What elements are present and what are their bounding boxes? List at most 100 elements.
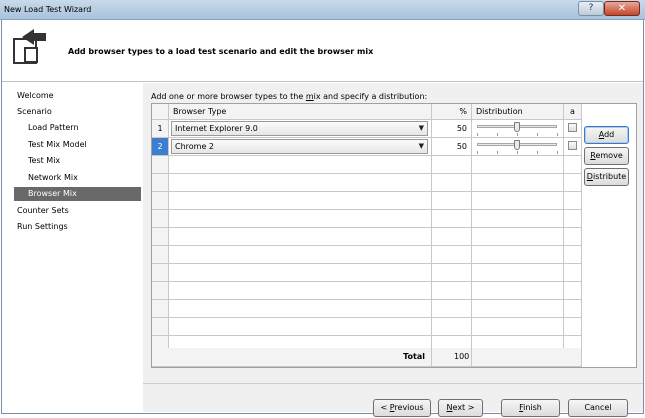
browser-type-value: Internet Explorer 9.0	[175, 124, 258, 133]
row-number[interactable]: 2	[152, 138, 169, 156]
empty-cell	[432, 228, 472, 246]
help-icon: ?	[588, 3, 594, 13]
empty-cell	[564, 318, 582, 336]
wizard-header: Add browser types to a load test scenari…	[2, 20, 643, 82]
empty-cell	[472, 264, 564, 282]
browser-type-select[interactable]: Chrome 2 ▼	[171, 139, 428, 154]
wizard-nav: Welcome Scenario Load Pattern Test Mix M…	[2, 83, 143, 412]
empty-cell	[472, 210, 564, 228]
empty-cell	[169, 246, 432, 264]
distribute-button[interactable]: Distribute	[584, 168, 629, 186]
empty-cell	[432, 246, 472, 264]
empty-cell	[564, 246, 582, 264]
empty-cell	[472, 246, 564, 264]
nav-item-run-settings[interactable]: Run Settings	[17, 220, 137, 234]
row-header-empty[interactable]	[152, 192, 169, 210]
header-title: Add browser types to a load test scenari…	[68, 47, 374, 56]
empty-cell	[432, 156, 472, 174]
empty-cell	[169, 318, 432, 336]
empty-cell	[432, 264, 472, 282]
cancel-button[interactable]: Cancel	[568, 399, 628, 417]
content-panel: Add one or more browser types to the mix…	[143, 83, 643, 417]
row-header-empty[interactable]	[152, 300, 169, 318]
window-title: New Load Test Wizard	[4, 5, 92, 14]
dropdown-arrow-icon: ▼	[418, 124, 424, 132]
nav-item-browser-mix[interactable]: Browser Mix	[14, 187, 141, 201]
help-button[interactable]: ?	[578, 1, 604, 16]
nav-item-test-mix[interactable]: Test Mix	[28, 154, 138, 168]
empty-cell	[169, 210, 432, 228]
lock-checkbox[interactable]	[568, 141, 577, 150]
row-header-empty[interactable]	[152, 318, 169, 336]
nav-item-label: Load Pattern	[28, 123, 79, 132]
total-label: Total	[403, 352, 425, 361]
browser-mix-grid: Browser Type % Distribution a 1 Internet…	[151, 103, 637, 368]
browser-type-select[interactable]: Internet Explorer 9.0 ▼	[171, 121, 428, 136]
empty-cell	[169, 228, 432, 246]
table-row: Internet Explorer 9.0 ▼	[169, 120, 432, 138]
nav-item-scenario[interactable]: Scenario	[17, 105, 137, 119]
row-header-empty[interactable]	[152, 156, 169, 174]
lock-checkbox[interactable]	[568, 123, 577, 132]
table-row: Chrome 2 ▼	[169, 138, 432, 156]
empty-cell	[564, 174, 582, 192]
row-header-empty[interactable]	[152, 282, 169, 300]
footer-separator	[143, 383, 643, 384]
distribution-slider[interactable]	[472, 120, 564, 138]
dropdown-arrow-icon: ▼	[418, 142, 424, 150]
row-number[interactable]: 1	[152, 120, 169, 138]
nav-item-counter-sets[interactable]: Counter Sets	[17, 204, 137, 218]
close-button[interactable]: ✕	[604, 1, 640, 16]
remove-button[interactable]: Remove	[584, 147, 629, 165]
row-header-empty[interactable]	[152, 228, 169, 246]
previous-button[interactable]: < Previous	[373, 399, 431, 417]
nav-item-label: Browser Mix	[28, 189, 77, 198]
browser-type-value: Chrome 2	[175, 142, 215, 151]
nav-item-label: Run Settings	[17, 222, 68, 231]
lock-cell	[564, 120, 582, 138]
empty-cell	[564, 282, 582, 300]
empty-cell	[432, 174, 472, 192]
row-header-empty[interactable]	[152, 174, 169, 192]
empty-cell	[564, 156, 582, 174]
nav-item-label: Counter Sets	[17, 206, 69, 215]
empty-cell	[169, 156, 432, 174]
nav-item-welcome[interactable]: Welcome	[17, 89, 137, 103]
empty-cell	[472, 156, 564, 174]
empty-cell	[472, 300, 564, 318]
empty-cell	[432, 300, 472, 318]
empty-cell	[564, 228, 582, 246]
column-header-distribution: Distribution	[472, 104, 564, 120]
slider-thumb[interactable]	[514, 122, 520, 132]
row-header-empty[interactable]	[152, 246, 169, 264]
empty-cell	[564, 210, 582, 228]
distribution-slider[interactable]	[472, 138, 564, 156]
empty-cell	[472, 282, 564, 300]
total-row: Total	[152, 348, 432, 367]
slider-thumb[interactable]	[514, 140, 520, 150]
add-button[interactable]: Add	[584, 126, 629, 144]
row-header-empty[interactable]	[152, 264, 169, 282]
next-button[interactable]: Next >	[438, 399, 483, 417]
wizard-frame: Add browser types to a load test scenari…	[1, 20, 644, 417]
empty-cell	[169, 264, 432, 282]
empty-cell	[432, 210, 472, 228]
percent-cell[interactable]: 50	[432, 120, 472, 138]
empty-cell	[169, 192, 432, 210]
nav-item-network-mix[interactable]: Network Mix	[28, 171, 138, 185]
nav-item-load-pattern[interactable]: Load Pattern	[28, 121, 138, 135]
grid-corner	[152, 104, 169, 120]
empty-cell	[564, 192, 582, 210]
percent-cell[interactable]: 50	[432, 138, 472, 156]
nav-item-label: Welcome	[17, 91, 54, 100]
nav-item-test-mix-model[interactable]: Test Mix Model	[28, 138, 138, 152]
empty-cell	[169, 174, 432, 192]
instruction-text: Add one or more browser types to the mix…	[151, 92, 428, 101]
nav-item-label: Network Mix	[28, 173, 78, 182]
finish-button[interactable]: Finish	[501, 399, 560, 417]
empty-cell	[472, 192, 564, 210]
column-header-lock: a	[564, 104, 582, 120]
row-header-empty[interactable]	[152, 210, 169, 228]
nav-item-label: Scenario	[17, 107, 52, 116]
empty-cell	[564, 264, 582, 282]
